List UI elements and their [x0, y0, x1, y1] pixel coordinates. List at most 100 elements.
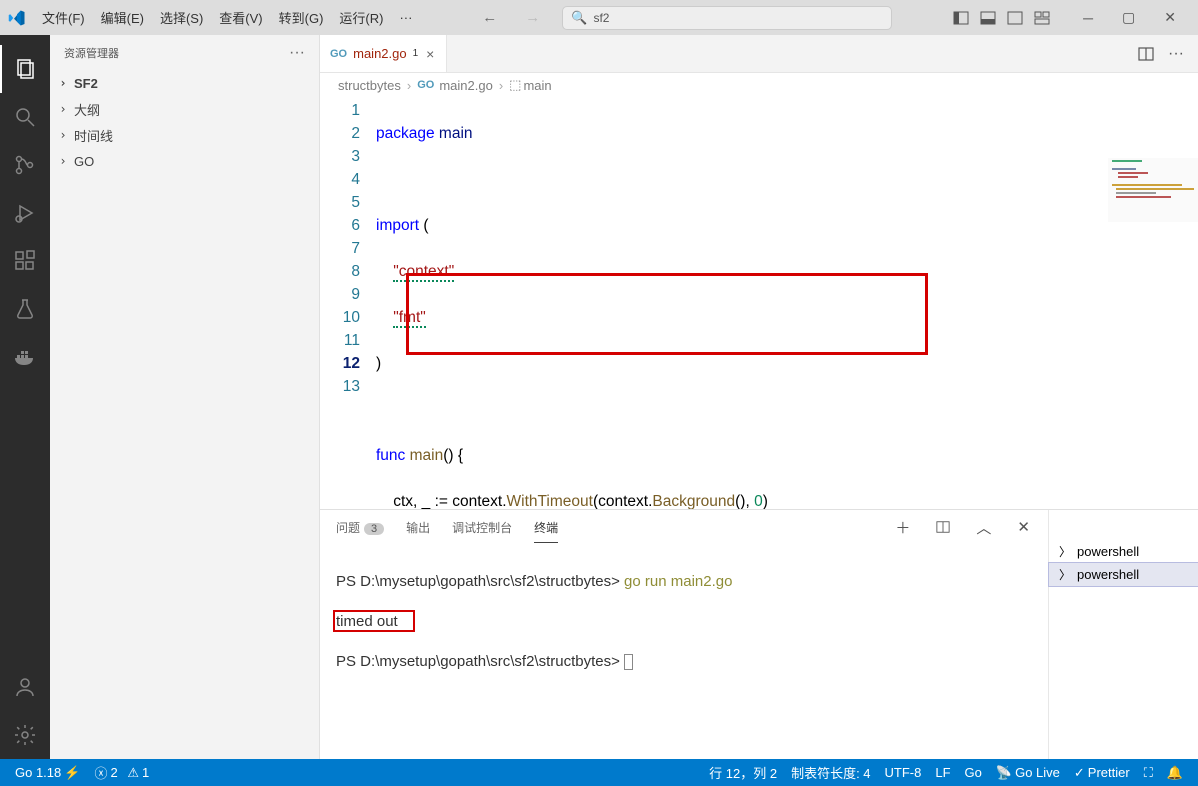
terminal-cursor [624, 654, 633, 670]
nav-fwd-icon[interactable]: → [519, 7, 546, 28]
go-file-icon: GO [417, 79, 434, 91]
title-right: ─ ▢ ✕ [948, 3, 1190, 32]
vscode-logo-icon [8, 9, 26, 27]
close-button[interactable]: ✕ [1150, 3, 1190, 32]
status-go-version[interactable]: Go 1.18⚡ [8, 759, 87, 786]
status-errors[interactable]: ⓧ2 ⚠1 [87, 759, 156, 786]
status-language[interactable]: Go [958, 759, 989, 786]
sidebar: 资源管理器 ··· › SF2 › 大纲 › 时间线 › GO [50, 35, 320, 759]
menu-file[interactable]: 文件(F) [34, 4, 93, 31]
breadcrumb[interactable]: structbytes › GO main2.go › ⬚ main [320, 73, 1198, 97]
terminal[interactable]: PS D:\mysetup\gopath\src\sf2\structbytes… [320, 544, 1048, 759]
chevron-right-icon: › [56, 128, 70, 142]
error-icon: ⓧ [94, 763, 107, 782]
chevron-right-icon: › [56, 76, 70, 90]
sidebar-item-label: GO [74, 154, 94, 169]
status-bell[interactable]: 🔔 [1160, 759, 1190, 786]
sidebar-item-go[interactable]: › GO [50, 148, 319, 174]
menu-select[interactable]: 选择(S) [152, 4, 211, 31]
activity-testing[interactable] [0, 285, 50, 333]
breadcrumb-symbol[interactable]: main [523, 78, 551, 93]
status-prettier[interactable]: ✓Prettier [1067, 759, 1137, 786]
status-golive[interactable]: 📡Go Live [989, 759, 1067, 786]
activity-settings[interactable] [0, 711, 50, 759]
minimap[interactable] [1108, 158, 1198, 222]
tabs: GO main2.go 1 × ··· [320, 35, 1198, 73]
shell-icon: 〉 [1059, 566, 1071, 583]
menu-more[interactable]: ··· [391, 6, 420, 29]
check-icon: ✓ [1074, 765, 1085, 781]
tab-main2[interactable]: GO main2.go 1 × [320, 35, 447, 72]
activity-docker[interactable] [0, 333, 50, 381]
sidebar-title: 资源管理器 [64, 45, 119, 61]
status-cursor-pos[interactable]: 行 12，列 2 [702, 759, 784, 786]
menu-edit[interactable]: 编辑(E) [93, 4, 152, 31]
title-center: ← → 🔍 sf2 [420, 6, 948, 30]
feedback-icon: ⛶ [1144, 765, 1153, 781]
sidebar-item-label: SF2 [74, 76, 98, 91]
close-panel-icon[interactable]: ✕ [1015, 516, 1032, 538]
status-indent[interactable]: 制表符长度: 4 [784, 759, 877, 786]
activity-search[interactable] [0, 93, 50, 141]
sidebar-item-outline[interactable]: › 大纲 [50, 96, 319, 122]
split-terminal-icon[interactable] [934, 518, 952, 536]
menu-view[interactable]: 查看(V) [211, 4, 270, 31]
status-feedback[interactable]: ⛶ [1137, 759, 1160, 786]
status-bar: Go 1.18⚡ ⓧ2 ⚠1 行 12，列 2 制表符长度: 4 UTF-8 L… [0, 759, 1198, 786]
maximize-panel-icon[interactable]: ︿ [974, 515, 993, 540]
activity-explorer[interactable] [0, 45, 50, 93]
nav-back-icon[interactable]: ← [476, 7, 503, 28]
warning-icon: ⚠ [127, 765, 139, 781]
maximize-button[interactable]: ▢ [1108, 3, 1149, 32]
terminal-list: 〉 powershell 〉 powershell [1048, 510, 1198, 759]
sidebar-item-sf2[interactable]: › SF2 [50, 70, 319, 96]
line-numbers: 12345678910111213 [320, 97, 376, 509]
layout-right-icon[interactable] [1002, 6, 1028, 30]
sidebar-item-label: 大纲 [74, 100, 100, 119]
status-eol[interactable]: LF [928, 759, 957, 786]
search-icon: 🔍 [571, 10, 587, 26]
chevron-right-icon: › [56, 154, 70, 168]
layout-bottom-icon[interactable] [975, 6, 1001, 30]
panel-tab-debug[interactable]: 调试控制台 [452, 513, 512, 542]
menu-goto[interactable]: 转到(G) [271, 4, 332, 31]
more-actions-icon[interactable]: ··· [1168, 45, 1184, 63]
breadcrumb-folder[interactable]: structbytes [338, 78, 401, 93]
status-encoding[interactable]: UTF-8 [878, 759, 929, 786]
terminal-item[interactable]: 〉 powershell [1049, 563, 1198, 586]
new-terminal-icon[interactable]: ＋ [893, 515, 912, 540]
chevron-right-icon: › [56, 102, 70, 116]
activity-extensions[interactable] [0, 237, 50, 285]
search-text: sf2 [593, 11, 609, 25]
split-editor-icon[interactable] [1138, 46, 1154, 62]
activity-debug[interactable] [0, 189, 50, 237]
code-content[interactable]: package main import ( "context" "fmt" ) … [376, 97, 1198, 509]
sidebar-item-timeline[interactable]: › 时间线 [50, 122, 319, 148]
panel: 问题3 输出 调试控制台 终端 ＋ ︿ ✕ PS D:\mysetup\gopa… [320, 509, 1198, 759]
tab-filename: main2.go [353, 46, 406, 61]
terminal-name: powershell [1077, 567, 1139, 582]
sidebar-item-label: 时间线 [74, 126, 113, 145]
terminal-name: powershell [1077, 544, 1139, 559]
code-editor[interactable]: 12345678910111213 package main import ( … [320, 97, 1198, 509]
bolt-icon: ⚡ [64, 765, 80, 781]
menu-run[interactable]: 运行(R) [331, 4, 391, 31]
panel-tab-problems[interactable]: 问题3 [336, 513, 384, 542]
panel-tab-output[interactable]: 输出 [406, 513, 430, 542]
sidebar-more-icon[interactable]: ··· [289, 44, 305, 62]
panel-tab-terminal[interactable]: 终端 [534, 513, 558, 543]
layout-left-icon[interactable] [948, 6, 974, 30]
breadcrumb-file[interactable]: main2.go [439, 78, 492, 93]
activity-scm[interactable] [0, 141, 50, 189]
tab-close-icon[interactable]: × [424, 46, 436, 62]
terminal-item[interactable]: 〉 powershell [1049, 540, 1198, 563]
minimize-button[interactable]: ─ [1069, 4, 1107, 32]
command-search[interactable]: 🔍 sf2 [562, 6, 892, 30]
problems-badge: 3 [364, 523, 384, 535]
breadcrumb-sep: › [407, 78, 411, 93]
activity-account[interactable] [0, 663, 50, 711]
shell-icon: 〉 [1059, 543, 1071, 560]
bell-icon: 🔔 [1167, 765, 1183, 781]
layout-custom-icon[interactable] [1029, 6, 1055, 30]
activity-bar [0, 35, 50, 759]
